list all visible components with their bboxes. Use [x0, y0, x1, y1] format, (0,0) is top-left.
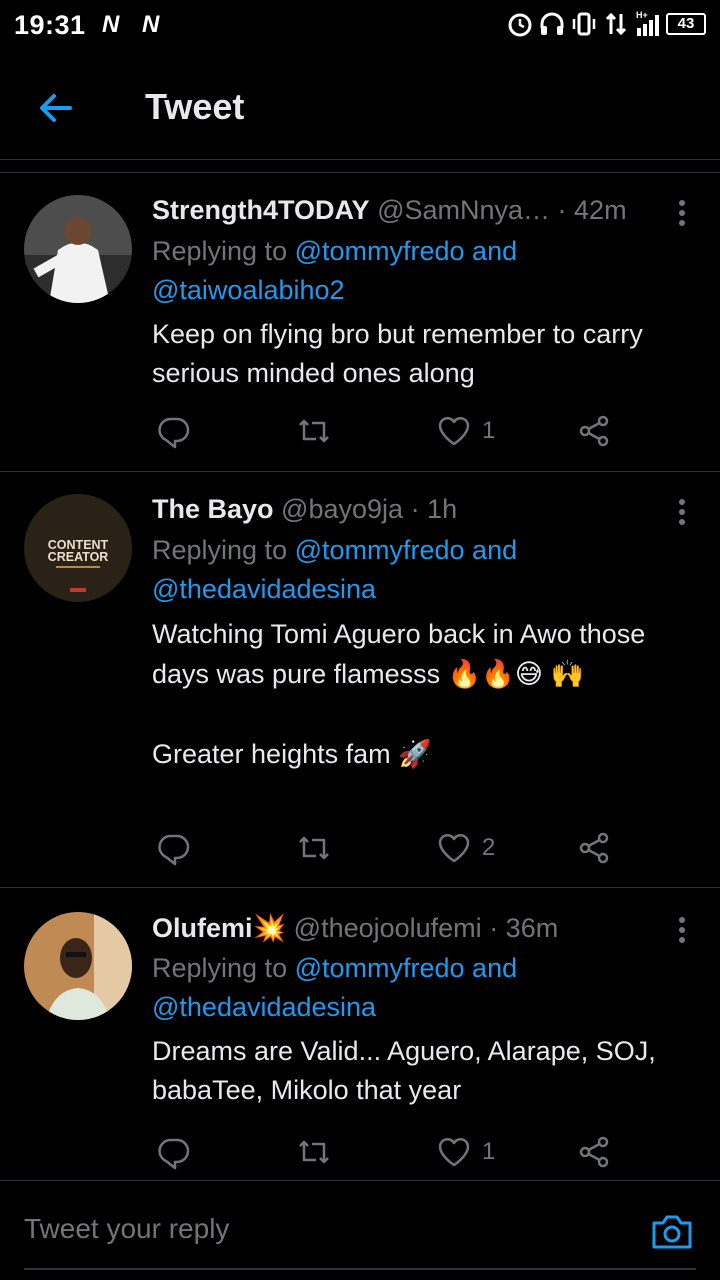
like-count: 2 [482, 834, 496, 861]
tweet-header: Olufemi💥 @theojoolufemi · 36m [152, 912, 652, 944]
tweet-text: Dreams are Valid... Aguero, Alarape, SOJ… [152, 1036, 664, 1105]
tweet-text: Keep on flying bro but remember to carry… [152, 319, 651, 388]
retweet-icon [299, 1140, 329, 1164]
user-name[interactable]: Strength4TODAY [152, 195, 370, 225]
like-button[interactable]: 2 [436, 828, 495, 868]
notification-badge-n: N [102, 11, 120, 38]
retweet-button[interactable] [296, 1132, 332, 1172]
tweet-actions: 1 [152, 1132, 622, 1172]
signal-icon: H+ [636, 10, 659, 36]
share-icon [579, 1136, 609, 1168]
like-count: 1 [482, 417, 496, 444]
notification-badge-n: N [142, 11, 160, 38]
more-options-icon[interactable] [670, 496, 694, 528]
retweet-button[interactable] [296, 828, 332, 868]
replying-to: Replying to @tommyfredo and @thedavidade… [152, 531, 712, 609]
avatar-text: CREATOR [48, 550, 109, 564]
alarm-icon [508, 13, 532, 37]
heart-icon [438, 834, 470, 863]
share-button[interactable] [576, 411, 612, 451]
user-name[interactable]: The Bayo [152, 494, 274, 524]
replying-to: Replying to @tommyfredo and @taiwoalabih… [152, 232, 712, 310]
replying-to-label: Replying to [152, 236, 288, 266]
top-app-bar: Tweet [0, 60, 720, 160]
headset-icon [540, 12, 564, 35]
retweet-icon [299, 836, 329, 860]
tweet-actions: 1 [152, 411, 622, 451]
mention-link[interactable]: @tommyfredo and [295, 236, 518, 266]
divider [0, 471, 720, 472]
replying-to: Replying to @tommyfredo and @thedavidade… [152, 949, 712, 1027]
page-title: Tweet [145, 86, 245, 127]
retweet-button[interactable] [296, 411, 332, 451]
tweet-actions: 2 [152, 828, 622, 868]
reply-button[interactable] [156, 411, 192, 451]
mention-link[interactable]: @thedavidadesina [152, 992, 376, 1022]
vibrate-icon [572, 12, 596, 36]
tweet-text: Watching Tomi Aguero back in Awo those d… [152, 619, 646, 769]
reply-input[interactable] [24, 1213, 604, 1245]
tweet-time: · 1h [410, 494, 458, 524]
share-icon [579, 832, 609, 864]
like-button[interactable]: 1 [436, 411, 495, 451]
divider [0, 172, 720, 173]
share-icon [579, 415, 609, 447]
user-handle[interactable]: @SamNnya… [377, 195, 550, 225]
svg-text:H+: H+ [636, 10, 648, 20]
tweet-header: Strength4TODAY @SamNnya… · 42m [152, 195, 652, 226]
avatar[interactable] [24, 912, 132, 1020]
arrow-left-icon[interactable] [32, 84, 80, 132]
heart-icon [438, 1138, 470, 1167]
replying-to-label: Replying to [152, 535, 288, 565]
more-options-icon[interactable] [670, 914, 694, 946]
like-button[interactable]: 1 [436, 1132, 495, 1172]
reply-tweet[interactable]: Olufemi💥 @theojoolufemi · 36m Replying t… [0, 912, 720, 1177]
like-count: 1 [482, 1138, 496, 1165]
reply-button[interactable] [156, 1132, 192, 1172]
divider [24, 1268, 696, 1270]
user-handle[interactable]: @bayo9ja [281, 494, 403, 524]
reply-tweet[interactable]: CONTENT CREATOR The Bayo @bayo9ja · 1h R… [0, 494, 720, 884]
share-button[interactable] [576, 1132, 612, 1172]
avatar[interactable] [24, 195, 132, 303]
divider [0, 887, 720, 888]
reply-button[interactable] [156, 828, 192, 868]
reply-icon [158, 417, 190, 449]
user-handle[interactable]: @theojoolufemi [294, 913, 482, 943]
reply-icon [158, 1138, 190, 1170]
heart-icon [438, 417, 470, 446]
tweet-header: The Bayo @bayo9ja · 1h [152, 494, 652, 525]
user-name[interactable]: Olufemi💥 [152, 913, 286, 943]
mention-link[interactable]: @tommyfredo and [295, 535, 518, 565]
avatar[interactable]: CONTENT CREATOR [24, 494, 132, 602]
tweet-time: · 42m [557, 195, 627, 225]
replying-to-label: Replying to [152, 953, 288, 983]
more-options-icon[interactable] [670, 197, 694, 229]
status-time: 19:31 [14, 10, 86, 40]
reply-composer [0, 1180, 720, 1280]
camera-icon[interactable] [650, 1211, 694, 1251]
mention-link[interactable]: @tommyfredo and [295, 953, 518, 983]
reply-tweet[interactable]: Strength4TODAY @SamNnya… · 42m Replying … [0, 195, 720, 470]
mention-link[interactable]: @thedavidadesina [152, 574, 376, 604]
mention-link[interactable]: @taiwoalabiho2 [152, 275, 345, 305]
reply-icon [158, 834, 190, 866]
tweet-time: · 36m [489, 913, 559, 943]
data-arrows-icon [605, 12, 627, 36]
share-button[interactable] [576, 828, 612, 868]
status-bar: 19:31 N N H+ 43 [0, 0, 720, 50]
retweet-icon [299, 419, 329, 443]
battery-indicator: 43 [666, 13, 706, 35]
